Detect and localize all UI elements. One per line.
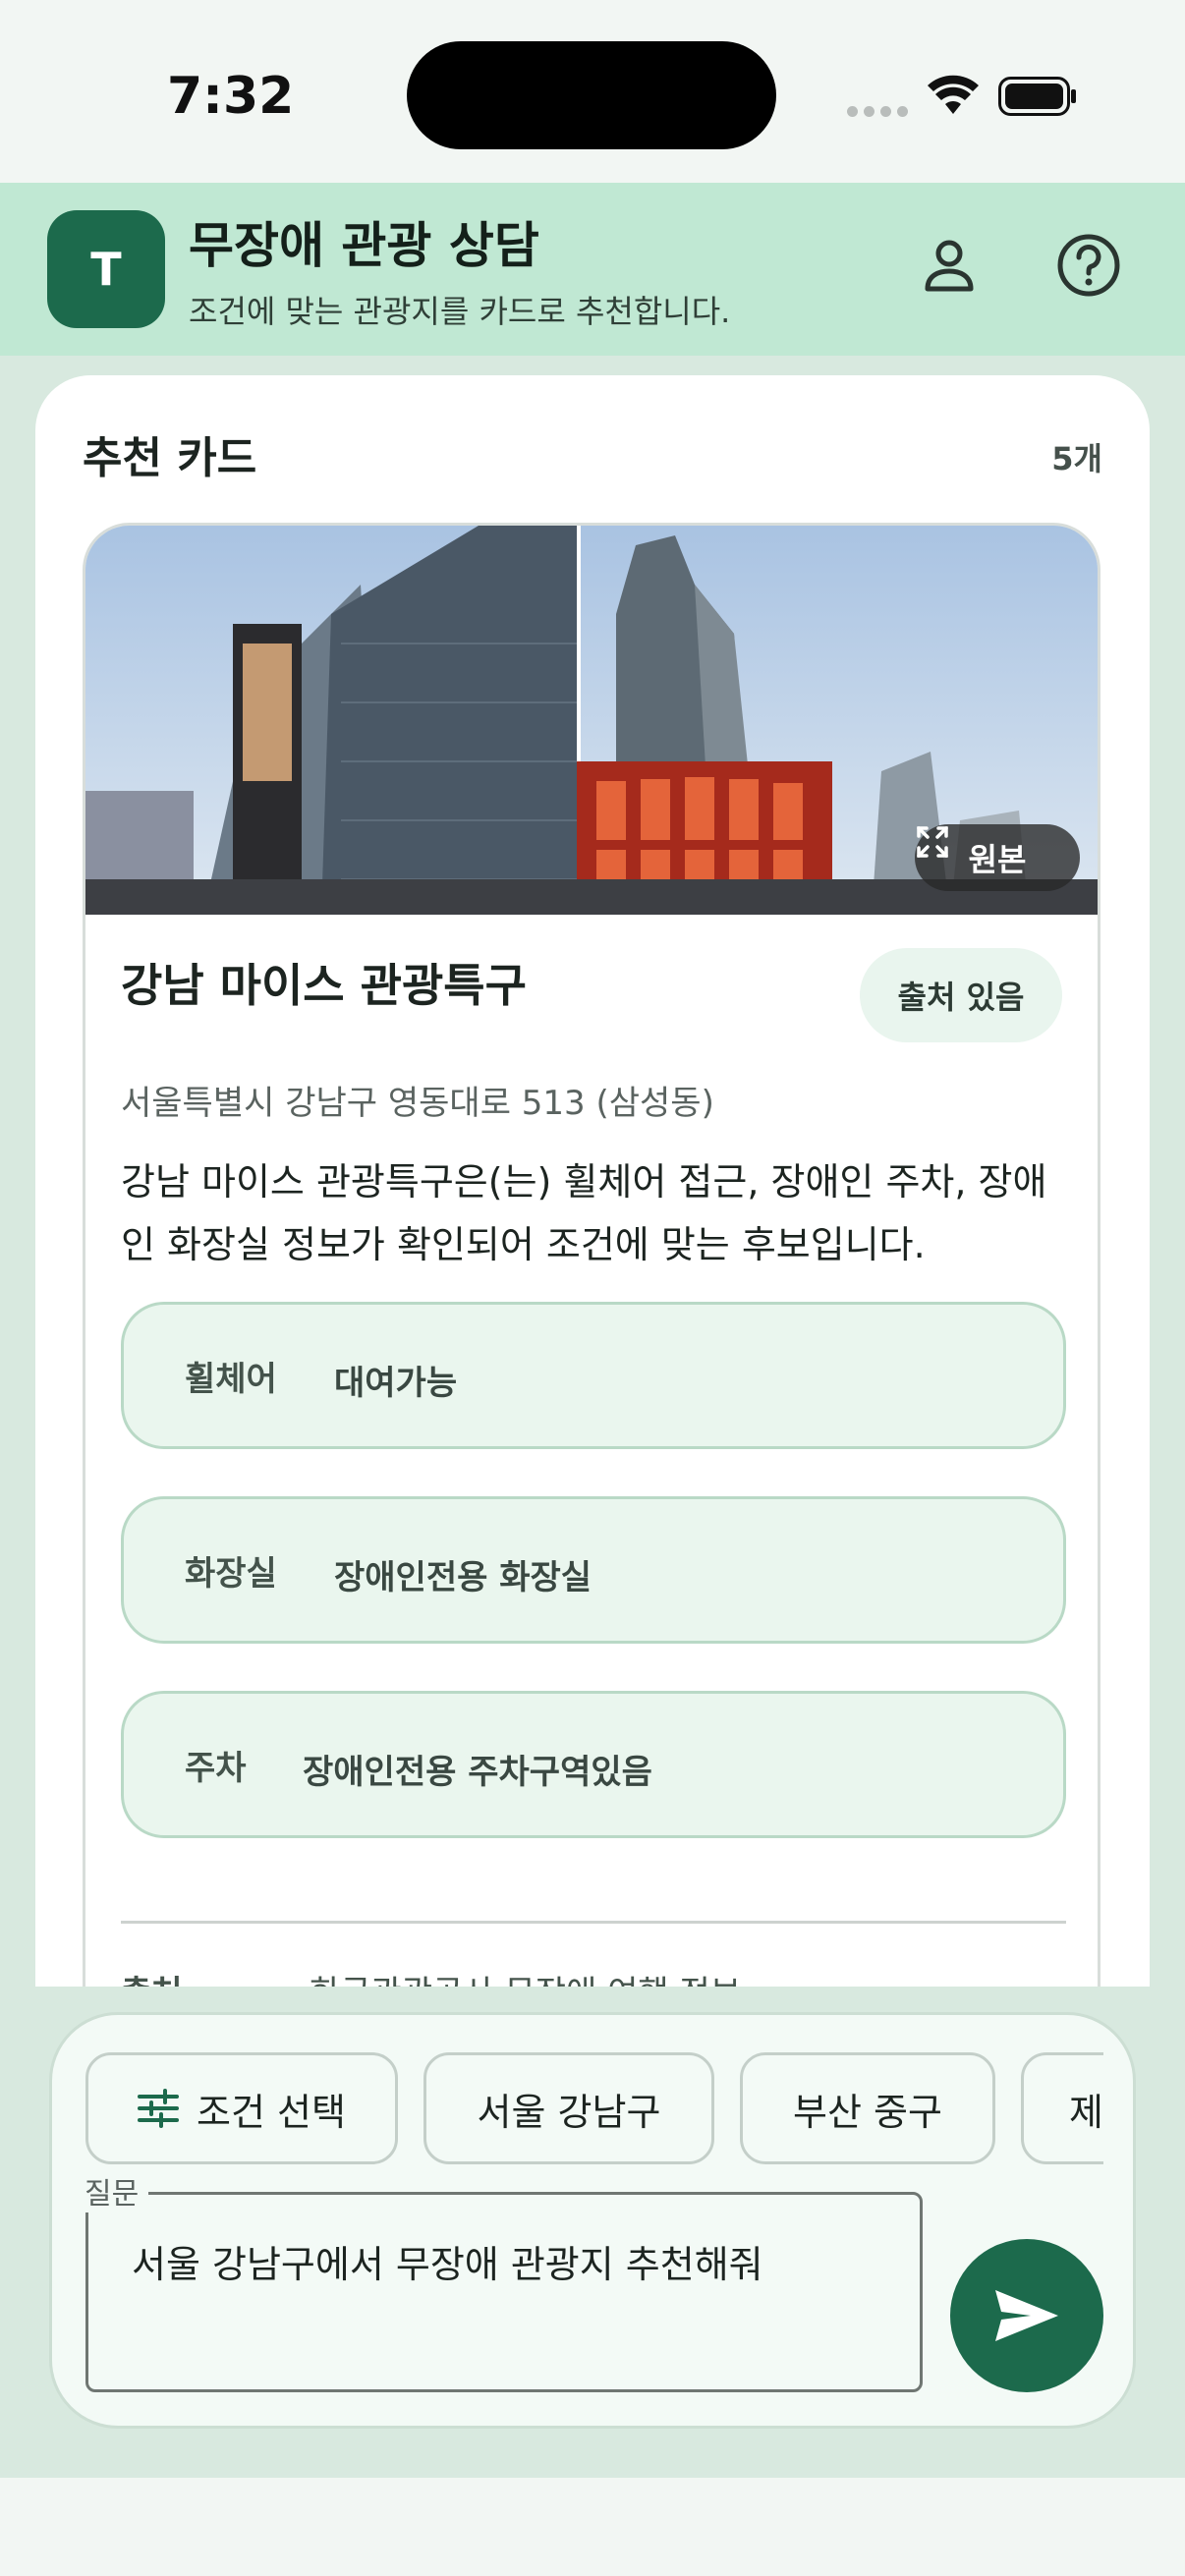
app-title: 무장애 관광 상담 [189,217,539,274]
result-count: 5개 [1051,440,1102,477]
profile-button[interactable] [908,224,990,307]
facility-parking: 주차 장애인전용 주차구역있음 [121,1691,1066,1838]
quick-chips-row: 조건 선택 서울 강남구 부산 중구 제 [85,2052,1103,2164]
facility-key: 휠체어 [185,1360,277,1399]
facility-key: 주차 [185,1749,247,1788]
app-logo: T [47,210,165,328]
facility-key: 화장실 [185,1554,277,1594]
divider [121,1921,1066,1924]
recommendation-panel: 추천 카드 5개 원본 강남 마이스 관광특구 출처 있음 서울특별시 강남구 … [35,375,1150,1987]
person-icon [925,240,974,292]
send-button[interactable] [950,2239,1103,2392]
chip-jeju[interactable]: 제 [1021,2052,1103,2164]
sliders-icon [138,2089,180,2128]
chip-label: 서울 강남구 [477,2090,661,2134]
view-original-button[interactable]: 원본 [915,824,1080,891]
place-address: 서울특별시 강남구 영동대로 513 (삼성동) [121,1084,714,1123]
app-subtitle: 조건에 맞는 관광지를 카드로 추천합니다. [189,293,731,330]
wifi-icon [928,75,979,114]
chip-busan-junggu[interactable]: 부산 중구 [740,2052,995,2164]
panel-title: 추천 카드 [83,433,257,483]
battery-icon [998,77,1076,116]
expand-icon [917,826,948,858]
place-photo[interactable]: 원본 [85,526,1098,915]
source-badge[interactable]: 출처 있음 [860,948,1062,1042]
source-value: 한국관광공사 무장애 여행 정보 [310,1966,741,1987]
dynamic-island [407,41,776,149]
place-card[interactable]: 원본 강남 마이스 관광특구 출처 있음 서울특별시 강남구 영동대로 513 … [83,523,1100,1987]
question-text: 서울 강남구에서 무장애 관광지 추천해줘 [132,2243,763,2286]
source-key: 출처 [121,1966,183,1987]
chip-label: 부산 중구 [793,2090,942,2134]
place-name: 강남 마이스 관광특구 [121,959,527,1012]
send-icon [995,2290,1058,2341]
view-original-label: 원본 [968,841,1027,878]
help-icon [1057,234,1120,297]
input-panel: 조건 선택 서울 강남구 부산 중구 제 서울 강남구에서 무장애 관광지 추천… [49,2012,1136,2429]
facility-restroom: 화장실 장애인전용 화장실 [121,1496,1066,1644]
chip-seoul-gangnam[interactable]: 서울 강남구 [423,2052,714,2164]
question-input[interactable]: 서울 강남구에서 무장애 관광지 추천해줘 [85,2192,923,2392]
cellular-signal-icon [847,106,908,117]
status-bar: 7:32 [0,0,1185,183]
help-button[interactable] [1047,224,1130,307]
status-time: 7:32 [167,67,295,126]
chip-label: 제 [1069,2090,1103,2134]
condition-select-chip[interactable]: 조건 선택 [85,2052,398,2164]
app-header: T 무장애 관광 상담 조건에 맞는 관광지를 카드로 추천합니다. [0,183,1185,356]
facility-value: 대여가능 [334,1364,458,1403]
question-label: 질문 [75,2169,149,2212]
chip-label: 조건 선택 [197,2090,346,2134]
facility-value: 장애인전용 화장실 [334,1558,592,1597]
facility-value: 장애인전용 주차구역있음 [303,1753,652,1792]
bottom-strip [0,2478,1185,2576]
place-description: 강남 마이스 관광특구은(는) 휠체어 접근, 장애인 주차, 장애인 화장실 … [121,1160,1047,1266]
facility-wheelchair: 휠체어 대여가능 [121,1302,1066,1449]
